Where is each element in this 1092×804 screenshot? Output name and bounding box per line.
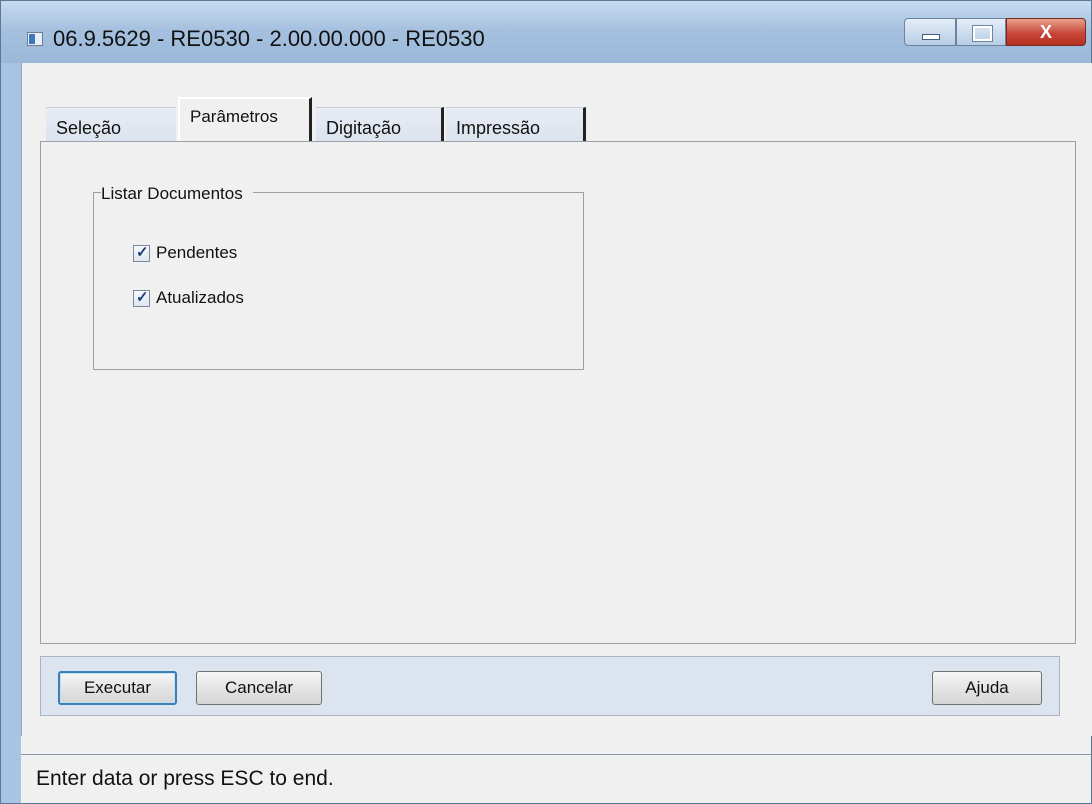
- tab-digitacao[interactable]: Digitação: [316, 107, 444, 141]
- pendentes-option[interactable]: Pendentes: [133, 241, 237, 265]
- listar-documentos-group: [93, 192, 584, 370]
- atualizados-checkbox[interactable]: [133, 288, 150, 307]
- execute-button[interactable]: Executar: [58, 671, 177, 705]
- cancel-button[interactable]: Cancelar: [196, 671, 322, 705]
- maximize-button[interactable]: [956, 18, 1006, 46]
- tab-impressao[interactable]: Impressão: [446, 107, 586, 141]
- client-area: Seleção Parâmetros Digitação Impressão L…: [21, 63, 1092, 736]
- group-title: Listar Documentos: [101, 184, 253, 204]
- app-icon[interactable]: [27, 32, 43, 46]
- tab-strip: Seleção Parâmetros Digitação Impressão: [22, 63, 1092, 143]
- close-button[interactable]: X: [1006, 18, 1086, 46]
- help-button[interactable]: Ajuda: [932, 671, 1042, 705]
- button-bar: Executar Cancelar Ajuda: [40, 656, 1060, 716]
- minimize-icon: [922, 34, 940, 40]
- status-bar: Enter data or press ESC to end.: [21, 754, 1091, 803]
- atualizados-label[interactable]: Atualizados: [156, 288, 244, 308]
- minimize-button[interactable]: [904, 18, 956, 46]
- tab-selecao[interactable]: Seleção: [46, 107, 176, 141]
- title-bar[interactable]: 06.9.5629 - RE0530 - 2.00.00.000 - RE053…: [1, 1, 1091, 63]
- maximize-icon: [972, 25, 993, 42]
- close-icon: X: [1039, 22, 1052, 42]
- application-window: 06.9.5629 - RE0530 - 2.00.00.000 - RE053…: [0, 0, 1092, 804]
- tab-parametros[interactable]: Parâmetros: [178, 97, 312, 143]
- pendentes-label[interactable]: Pendentes: [156, 243, 237, 263]
- pendentes-checkbox[interactable]: [133, 243, 150, 262]
- tab-panel: Listar Documentos Pendentes Atualizados: [40, 141, 1076, 644]
- atualizados-option[interactable]: Atualizados: [133, 286, 244, 310]
- separator: [21, 736, 1091, 754]
- window-title: 06.9.5629 - RE0530 - 2.00.00.000 - RE053…: [53, 26, 485, 51]
- status-text: Enter data or press ESC to end.: [36, 767, 334, 790]
